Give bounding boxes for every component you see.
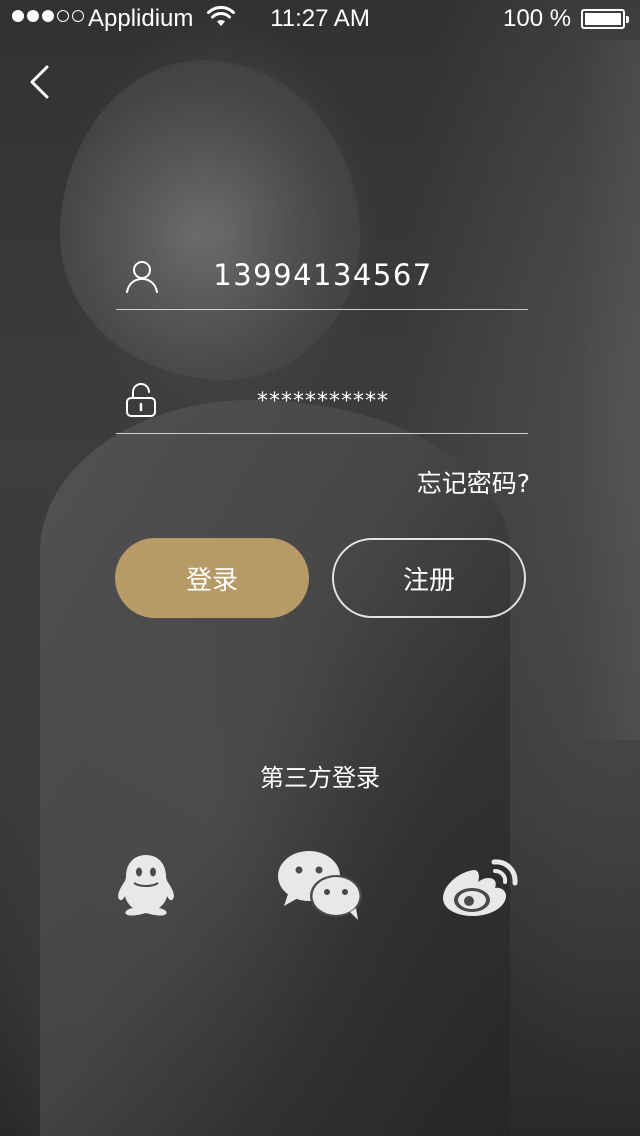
- wechat-icon[interactable]: [276, 850, 366, 922]
- unlock-icon: [126, 383, 156, 417]
- battery-icon: [581, 9, 629, 29]
- forgot-password-link[interactable]: 忘记密码?: [417, 464, 530, 500]
- password-input[interactable]: [176, 372, 528, 430]
- back-button[interactable]: [22, 60, 62, 104]
- weibo-icon[interactable]: [440, 856, 522, 918]
- qq-icon[interactable]: [112, 852, 180, 918]
- chevron-left-icon: [30, 65, 49, 99]
- background-overlay: [0, 0, 640, 1136]
- battery-percent: 100 %: [503, 5, 572, 32]
- username-field: [116, 246, 528, 310]
- login-screen: Applidium 11:27 AM 100 % 忘记密码?: [0, 0, 640, 1136]
- status-bar: Applidium 11:27 AM 100 %: [0, 0, 640, 40]
- login-button[interactable]: 登录: [115, 538, 309, 618]
- user-icon: [126, 261, 158, 293]
- password-field: [116, 372, 528, 434]
- register-button[interactable]: 注册: [332, 538, 526, 618]
- username-input[interactable]: [176, 246, 528, 304]
- third-party-login-title: 第三方登录: [260, 764, 380, 792]
